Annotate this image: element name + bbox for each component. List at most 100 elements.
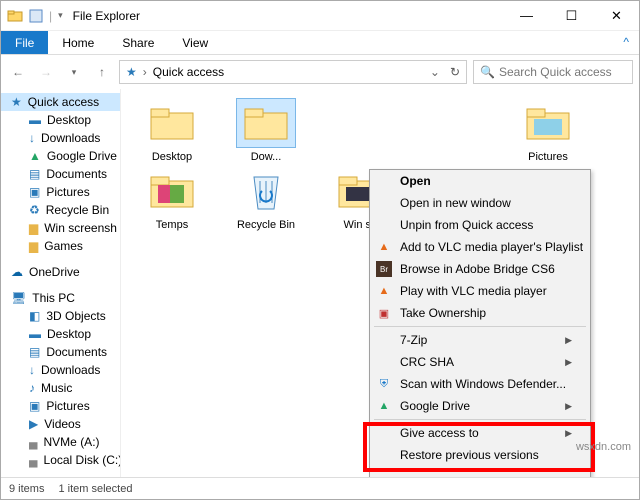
separator (374, 468, 586, 469)
sidebar-item-localdisk[interactable]: ▄Local Disk (C:) (1, 451, 120, 469)
file-tab[interactable]: File (1, 31, 48, 54)
chevron-right-icon: ▶ (565, 335, 572, 346)
ctx-restore[interactable]: Restore previous versions (370, 444, 590, 466)
status-items: 9 items (9, 483, 44, 495)
ctx-gdrive[interactable]: ▲Google Drive▶ (370, 395, 590, 417)
folder-recyclebin[interactable]: Recycle Bin (227, 167, 305, 231)
ctx-crc[interactable]: CRC SHA▶ (370, 351, 590, 373)
minimize-button[interactable]: — (504, 1, 549, 31)
ctx-take-ownership[interactable]: ▣Take Ownership (370, 302, 590, 324)
sidebar-item-winscreensh[interactable]: ▆Win screensh (1, 219, 120, 237)
sidebar-item-documents[interactable]: ▤Documents (1, 165, 120, 183)
sidebar-item-pictures[interactable]: ▣Pictures (1, 183, 120, 201)
folder-icon: ▆ (29, 221, 38, 235)
chevron-right-icon: ▶ (565, 428, 572, 439)
folder-pictures[interactable]: Pictures (509, 99, 587, 163)
back-button[interactable]: ← (7, 61, 29, 83)
refresh-button[interactable]: ↻ (450, 65, 460, 79)
sidebar-onedrive[interactable]: ☁OneDrive (1, 263, 120, 281)
ribbon-expand-icon[interactable]: ^ (613, 31, 639, 54)
up-button[interactable]: ↑ (91, 61, 113, 83)
gdrive-icon: ▲ (29, 149, 41, 163)
vlc-icon: ▲ (376, 283, 392, 299)
address-box[interactable]: ★ › Quick access ⌄ ↻ (119, 60, 467, 84)
star-icon: ★ (126, 65, 137, 79)
close-button[interactable]: ✕ (594, 1, 639, 31)
bridge-icon: Br (376, 261, 392, 277)
ctx-7zip[interactable]: 7-Zip▶ (370, 329, 590, 351)
sidebar-item-music[interactable]: ♪Music (1, 379, 120, 397)
recent-button[interactable]: ▾ (63, 61, 85, 83)
ctx-vlc-add[interactable]: ▲Add to VLC media player's Playlist (370, 236, 590, 258)
search-placeholder: Search Quick access (499, 65, 612, 79)
sidebar-thispc[interactable]: 🖥This PC (1, 289, 120, 307)
folder-temps[interactable]: Temps (133, 167, 211, 231)
context-menu: Open Open in new window Unpin from Quick… (369, 169, 591, 477)
search-input[interactable]: 🔍 Search Quick access (473, 60, 633, 84)
separator (374, 419, 586, 420)
sidebar-item-videos[interactable]: ▶Videos (1, 415, 120, 433)
status-bar: 9 items 1 item selected (1, 477, 639, 499)
defender-icon: ⛨ (376, 376, 392, 392)
download-icon: ↓ (29, 363, 35, 377)
drive-icon: ▄ (29, 435, 38, 449)
folder-downloads[interactable]: Dow... (227, 99, 305, 163)
share-tab[interactable]: Share (108, 31, 168, 54)
vlc-icon: ▲ (376, 239, 392, 255)
download-icon: ↓ (29, 131, 35, 145)
ctx-bridge[interactable]: BrBrowse in Adobe Bridge CS6 (370, 258, 590, 280)
qat-save-icon[interactable] (29, 9, 43, 23)
sidebar-item-pictures2[interactable]: ▣Pictures (1, 397, 120, 415)
sidebar-item-nvme[interactable]: ▄NVMe (A:) (1, 433, 120, 451)
qat-divider: | (49, 9, 52, 23)
forward-button[interactable]: → (35, 61, 57, 83)
folder-app-icon (7, 8, 23, 24)
ctx-open-new[interactable]: Open in new window (370, 192, 590, 214)
pc-icon: 🖥 (11, 291, 26, 305)
acrobat-icon: ▣ (376, 474, 392, 477)
chevron-right-icon: ▶ (565, 401, 572, 412)
sidebar-quick-access[interactable]: ★ Quick access (1, 93, 120, 111)
sidebar-item-games[interactable]: ▆Games (1, 237, 120, 255)
documents-icon: ▤ (29, 167, 40, 181)
bin-icon: ♻ (29, 203, 40, 217)
sidebar-item-downloads[interactable]: ↓Downloads (1, 129, 120, 147)
star-icon: ★ (11, 95, 22, 109)
explorer-window: | ▾ File Explorer — ☐ ✕ File Home Share … (0, 0, 640, 500)
address-location: Quick access (153, 65, 224, 79)
sidebar-item-documents2[interactable]: ▤Documents (1, 343, 120, 361)
qat-dropdown-icon[interactable]: ▾ (58, 10, 63, 21)
pictures-icon: ▣ (29, 185, 40, 199)
ctx-give-access[interactable]: Give access to▶ (370, 422, 590, 444)
view-tab[interactable]: View (168, 31, 222, 54)
ctx-open[interactable]: Open (370, 170, 590, 192)
address-bar: ← → ▾ ↑ ★ › Quick access ⌄ ↻ 🔍 Search Qu… (1, 55, 639, 89)
chevron-down-icon[interactable]: ⌄ (430, 65, 440, 79)
ctx-defender[interactable]: ⛨Scan with Windows Defender... (370, 373, 590, 395)
ctx-vlc-play[interactable]: ▲Play with VLC media player (370, 280, 590, 302)
ctx-unpin[interactable]: Unpin from Quick access (370, 214, 590, 236)
videos-icon: ▶ (29, 417, 38, 431)
desktop-icon: ▬ (29, 113, 41, 127)
sidebar-item-desktop2[interactable]: ▬Desktop (1, 325, 120, 343)
search-icon: 🔍 (480, 65, 495, 79)
watermark: wsxdn.com (576, 441, 631, 453)
home-tab[interactable]: Home (48, 31, 108, 54)
ctx-combine[interactable]: ▣Combine files in Acrobat... (370, 471, 590, 477)
sidebar-item-downloads2[interactable]: ↓Downloads (1, 361, 120, 379)
content-pane[interactable]: Desktop Dow... Pictures Temps (121, 89, 639, 477)
separator (374, 326, 586, 327)
folder-icon: ▆ (29, 239, 38, 253)
drive-icon: ▄ (29, 453, 38, 467)
desktop-icon: ▬ (29, 327, 41, 341)
folder-desktop[interactable]: Desktop (133, 99, 211, 163)
sidebar-item-3dobjects[interactable]: ◧3D Objects (1, 307, 120, 325)
onedrive-icon: ☁ (11, 265, 23, 279)
sidebar-item-googledrive[interactable]: ▲Google Drive (1, 147, 120, 165)
maximize-button[interactable]: ☐ (549, 1, 594, 31)
window-title: File Explorer (73, 9, 140, 23)
ribbon: File Home Share View ^ (1, 31, 639, 55)
sidebar-item-desktop[interactable]: ▬Desktop (1, 111, 120, 129)
sidebar-item-recyclebin[interactable]: ♻Recycle Bin (1, 201, 120, 219)
chevron-right-icon: ▶ (565, 357, 572, 368)
